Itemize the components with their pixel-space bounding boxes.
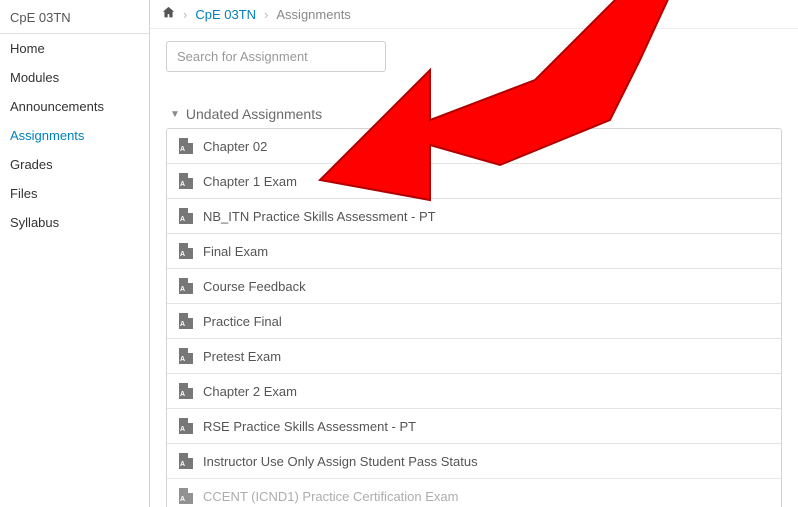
assignment-row[interactable]: CCENT (ICND1) Practice Certification Exa… (167, 478, 781, 507)
main-panel: › CpE 03TN › Assignments ▼ Undated Assig… (150, 0, 798, 507)
search-input[interactable] (166, 41, 386, 72)
sidebar-item-grades[interactable]: Grades (0, 150, 149, 179)
chevron-right-icon: › (183, 7, 187, 22)
assignment-icon (179, 208, 193, 224)
assignment-icon (179, 278, 193, 294)
assignment-icon (179, 138, 193, 154)
assignment-icon (179, 488, 193, 504)
assignment-title: CCENT (ICND1) Practice Certification Exa… (203, 489, 458, 504)
assignment-row[interactable]: RSE Practice Skills Assessment - PT (167, 408, 781, 443)
assignment-row[interactable]: Chapter 1 Exam (167, 163, 781, 198)
assignment-title: Chapter 02 (203, 139, 267, 154)
course-code: CpE 03TN (0, 4, 149, 34)
sidebar-item-home[interactable]: Home (0, 34, 149, 63)
assignment-list: Chapter 02 Chapter 1 Exam NB_ITN Practice … (166, 128, 782, 507)
assignment-row[interactable]: Pretest Exam (167, 338, 781, 373)
assignment-title: Instructor Use Only Assign Student Pass … (203, 454, 478, 469)
assignment-icon (179, 173, 193, 189)
assignment-title: NB_ITN Practice Skills Assessment - PT (203, 209, 436, 224)
assignment-row[interactable]: NB_ITN Practice Skills Assessment - PT (167, 198, 781, 233)
assignment-row[interactable]: Instructor Use Only Assign Student Pass … (167, 443, 781, 478)
assignment-row[interactable]: Final Exam (167, 233, 781, 268)
assignment-title: Pretest Exam (203, 349, 281, 364)
assignment-icon (179, 418, 193, 434)
sidebar-item-files[interactable]: Files (0, 179, 149, 208)
home-icon[interactable] (162, 6, 175, 22)
course-nav: HomeModulesAnnouncementsAssignmentsGrade… (0, 34, 149, 237)
course-sidebar: CpE 03TN HomeModulesAnnouncementsAssignm… (0, 0, 150, 507)
assignment-group-title: Undated Assignments (186, 106, 322, 122)
assignment-icon (179, 453, 193, 469)
assignment-icon (179, 348, 193, 364)
breadcrumb-course-link[interactable]: CpE 03TN (195, 7, 256, 22)
sidebar-item-syllabus[interactable]: Syllabus (0, 208, 149, 237)
assignment-row[interactable]: Practice Final (167, 303, 781, 338)
assignment-title: RSE Practice Skills Assessment - PT (203, 419, 416, 434)
assignment-row[interactable]: Chapter 02 (167, 129, 781, 163)
assignment-group-header[interactable]: ▼ Undated Assignments (166, 100, 782, 128)
sidebar-item-announcements[interactable]: Announcements (0, 92, 149, 121)
chevron-right-icon: › (264, 7, 268, 22)
sidebar-item-modules[interactable]: Modules (0, 63, 149, 92)
assignment-icon (179, 313, 193, 329)
breadcrumb-current: Assignments (276, 7, 350, 22)
sidebar-item-assignments[interactable]: Assignments (0, 121, 149, 150)
assignment-row[interactable]: Chapter 2 Exam (167, 373, 781, 408)
assignment-title: Chapter 2 Exam (203, 384, 297, 399)
assignment-title: Chapter 1 Exam (203, 174, 297, 189)
breadcrumb: › CpE 03TN › Assignments (150, 0, 798, 29)
triangle-down-icon: ▼ (170, 109, 180, 120)
assignment-icon (179, 383, 193, 399)
assignment-icon (179, 243, 193, 259)
assignment-row[interactable]: Course Feedback (167, 268, 781, 303)
assignment-title: Practice Final (203, 314, 282, 329)
assignment-title: Final Exam (203, 244, 268, 259)
assignment-title: Course Feedback (203, 279, 306, 294)
